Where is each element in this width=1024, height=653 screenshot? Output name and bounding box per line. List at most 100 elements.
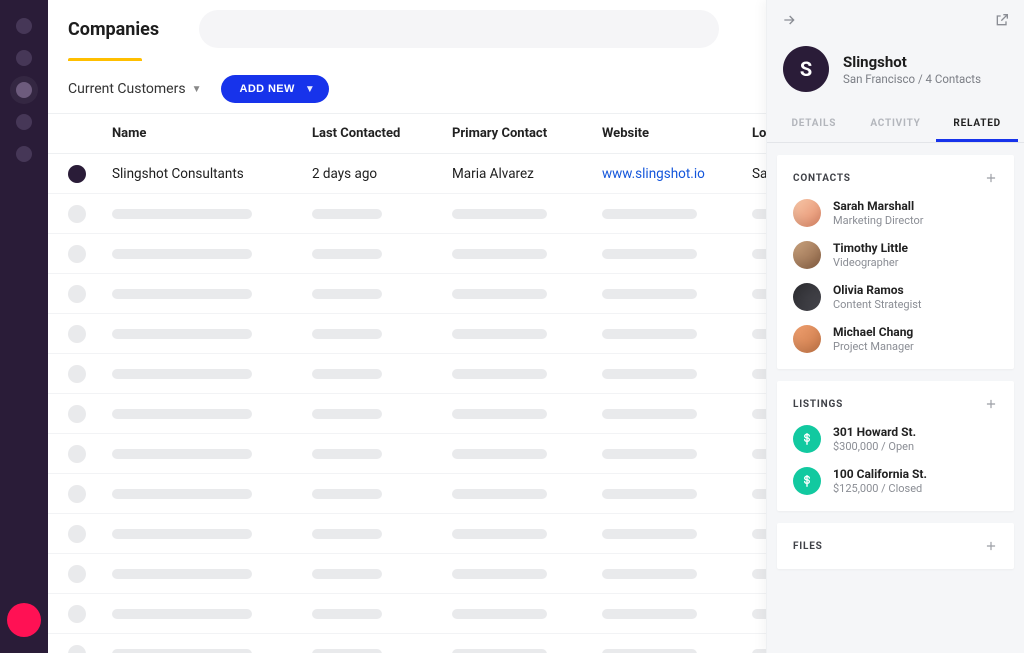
placeholder-cell	[752, 449, 766, 459]
filter-dropdown[interactable]: Current Customers ▼	[68, 81, 201, 97]
nav-item-4[interactable]	[16, 146, 32, 162]
contact-role: Project Manager	[833, 340, 914, 353]
placeholder-cell	[452, 569, 547, 579]
companies-table: Name Last Contacted Primary Contact Webs…	[48, 114, 766, 653]
col-website[interactable]: Website	[602, 126, 752, 141]
add-file-button[interactable]	[984, 539, 998, 553]
contact-item[interactable]: Michael ChangProject Manager	[793, 325, 998, 353]
table-row[interactable]	[48, 634, 766, 653]
placeholder-cell	[312, 209, 382, 219]
placeholder-cell	[312, 529, 382, 539]
cell-location: San Francisco	[752, 166, 766, 182]
company-subtitle: San Francisco / 4 Contacts	[843, 72, 981, 86]
contact-name: Michael Chang	[833, 325, 914, 339]
listing-subtitle: $300,000 / Open	[833, 440, 916, 453]
placeholder-avatar	[68, 405, 86, 423]
col-primary-contact[interactable]: Primary Contact	[452, 126, 602, 141]
add-listing-button[interactable]	[984, 397, 998, 411]
placeholder-cell	[752, 249, 766, 259]
col-name[interactable]: Name	[112, 126, 312, 141]
placeholder-cell	[602, 489, 697, 499]
placeholder-cell	[752, 569, 766, 579]
placeholder-cell	[452, 329, 547, 339]
placeholder-cell	[112, 569, 252, 579]
placeholder-cell	[452, 289, 547, 299]
placeholder-avatar	[68, 245, 86, 263]
table-row-active[interactable]: Slingshot Consultants 2 days ago Maria A…	[48, 154, 766, 194]
col-location[interactable]: Location	[752, 126, 766, 141]
nav-item-1[interactable]	[16, 50, 32, 66]
company-avatar: S	[783, 46, 829, 92]
listing-item[interactable]: 100 California St.$125,000 / Closed	[793, 467, 998, 495]
table-row[interactable]	[48, 554, 766, 594]
placeholder-cell	[112, 489, 252, 499]
table-row[interactable]	[48, 314, 766, 354]
contact-item[interactable]: Timothy LittleVideographer	[793, 241, 998, 269]
table-row[interactable]	[48, 594, 766, 634]
panel-back-button[interactable]	[781, 12, 797, 32]
crescent-icon	[15, 611, 33, 629]
tab-details[interactable]: Details	[773, 108, 855, 142]
placeholder-cell	[752, 649, 766, 653]
table-row[interactable]	[48, 474, 766, 514]
table-row[interactable]	[48, 394, 766, 434]
placeholder-cell	[602, 329, 697, 339]
top-bar: Companies	[48, 0, 766, 48]
placeholder-cell	[112, 369, 252, 379]
placeholder-cell	[752, 609, 766, 619]
placeholder-cell	[752, 369, 766, 379]
contact-name: Olivia Ramos	[833, 283, 922, 297]
placeholder-avatar	[68, 445, 86, 463]
nav-item-0[interactable]	[16, 18, 32, 34]
cell-website[interactable]: www.slingshot.io	[602, 166, 752, 182]
listing-item[interactable]: 301 Howard St.$300,000 / Open	[793, 425, 998, 453]
contacts-card: CONTACTS Sarah MarshallMarketing Directo…	[777, 155, 1014, 369]
filter-label: Current Customers	[68, 81, 186, 97]
table-row[interactable]	[48, 194, 766, 234]
cell-name: Slingshot Consultants	[112, 166, 312, 182]
add-new-button[interactable]: ADD NEW ▼	[221, 75, 329, 103]
app-badge[interactable]	[7, 603, 41, 637]
nav-item-3[interactable]	[16, 114, 32, 130]
table-row[interactable]	[48, 514, 766, 554]
avatar	[793, 199, 821, 227]
placeholder-avatar	[68, 325, 86, 343]
placeholder-cell	[112, 209, 252, 219]
placeholder-cell	[312, 409, 382, 419]
placeholder-cell	[112, 649, 252, 653]
plus-icon	[984, 397, 998, 411]
panel-header: S Slingshot San Francisco / 4 Contacts	[767, 40, 1024, 108]
contact-item[interactable]: Sarah MarshallMarketing Director	[793, 199, 998, 227]
table-row[interactable]	[48, 354, 766, 394]
cell-last-contacted: 2 days ago	[312, 166, 452, 182]
table-row[interactable]	[48, 434, 766, 474]
placeholder-cell	[112, 329, 252, 339]
tab-activity[interactable]: Activity	[855, 108, 937, 142]
placeholder-cell	[602, 289, 697, 299]
cell-primary-contact: Maria Alvarez	[452, 166, 602, 182]
contact-name: Sarah Marshall	[833, 199, 923, 213]
company-avatar-icon	[68, 165, 86, 183]
placeholder-cell	[312, 329, 382, 339]
caret-down-icon: ▼	[192, 84, 202, 95]
add-contact-button[interactable]	[984, 171, 998, 185]
nav-item-2[interactable]	[16, 82, 32, 98]
col-last-contacted[interactable]: Last Contacted	[312, 126, 452, 141]
search-input[interactable]	[199, 10, 719, 48]
tab-related[interactable]: Related	[936, 108, 1018, 142]
table-row[interactable]	[48, 274, 766, 314]
placeholder-cell	[602, 649, 697, 653]
page-title: Companies	[68, 19, 159, 40]
listings-card: LISTINGS 301 Howard St.$300,000 / Open10…	[777, 381, 1014, 511]
table-row[interactable]	[48, 234, 766, 274]
placeholder-cell	[602, 569, 697, 579]
placeholder-avatar	[68, 205, 86, 223]
contact-item[interactable]: Olivia RamosContent Strategist	[793, 283, 998, 311]
placeholder-cell	[112, 609, 252, 619]
panel-popout-button[interactable]	[994, 12, 1010, 32]
external-link-icon	[994, 12, 1010, 28]
listing-title: 100 California St.	[833, 467, 927, 481]
placeholder-cell	[112, 529, 252, 539]
placeholder-cell	[752, 209, 766, 219]
toolbar: Current Customers ▼ ADD NEW ▼	[48, 61, 766, 114]
